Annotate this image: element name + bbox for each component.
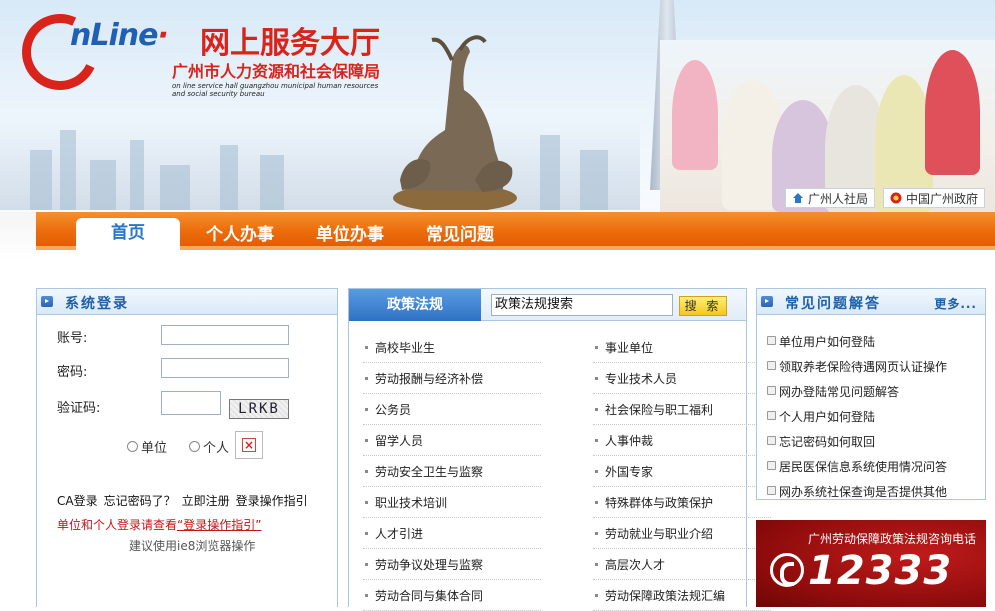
emblem-icon (890, 192, 902, 204)
hotline-title: 广州劳动保障政策法规咨询电话 (807, 532, 976, 546)
radio-unit-label: 单位 (141, 441, 168, 456)
faq-item[interactable]: 忘记密码如何取回 (766, 433, 875, 450)
policy-item[interactable]: 高层次人才 (593, 550, 771, 580)
hotline-banner[interactable]: 广州劳动保障政策法规咨询电话 12333 (756, 520, 986, 607)
faq-panel: 常见问题解答 更多... 单位用户如何登陆领取养老保险待遇网页认证操作 网办登陆常… (756, 288, 986, 500)
policy-item[interactable]: 专业技术人员 (593, 364, 771, 394)
left-margin (0, 262, 36, 607)
policy-item[interactable]: 特殊群体与政策保护 (593, 488, 771, 518)
policy-item[interactable]: 劳动报酬与经济补偿 (363, 364, 541, 394)
quicklink-label: 广州人社局 (807, 191, 868, 206)
radio-button-icon (189, 441, 200, 452)
quicklink-label: 中国广州政府 (905, 191, 978, 206)
login-tip-guide-link[interactable]: “登录操作指引” (177, 518, 261, 532)
policy-item[interactable]: 劳动争议处理与监察 (363, 550, 541, 580)
logo-hall-title: 网上服务大厅 (200, 26, 380, 61)
policy-item[interactable]: 人才引进 (363, 519, 541, 549)
account-input[interactable] (161, 325, 289, 345)
family-photo (660, 40, 995, 212)
login-header: 系统登录 (37, 289, 337, 315)
panel-bullet-icon (761, 296, 773, 307)
faq-item[interactable]: 居民医保信息系统使用情况问答 (766, 458, 947, 475)
login-title: 系统登录 (65, 296, 129, 312)
phone-icon (770, 553, 804, 587)
faq-item[interactable]: 网办登陆常见问题解答 (766, 383, 899, 400)
tab-unit-services[interactable]: 单位办事 (304, 220, 396, 250)
radio-personal[interactable]: 个人 (189, 437, 229, 456)
faq-title: 常见问题解答 (785, 296, 881, 312)
policy-item[interactable]: 公务员 (363, 395, 541, 425)
panel-bullet-icon (41, 296, 53, 307)
login-panel: 系统登录 账号: 密码: 验证码: LRKB 单位 个人 × CA登录 忘记密码… (36, 288, 338, 607)
header-banner: nLine· 网上服务大厅 广州市人力资源和社会保障局 on line serv… (0, 0, 995, 212)
policy-item[interactable]: 劳动安全卫生与监察 (363, 457, 541, 487)
home-icon (792, 192, 804, 204)
policy-tab[interactable]: 政策法规 (349, 289, 481, 321)
tab-faq[interactable]: 常见问题 (414, 220, 506, 250)
logo-online: nLine· (70, 18, 169, 53)
header-quicklinks: 广州人社局 中国广州政府 (784, 188, 985, 208)
captcha-label: 验证码: (57, 401, 101, 416)
policy-search-button[interactable]: 搜 索 (679, 296, 727, 316)
policy-item[interactable]: 高校毕业生 (363, 333, 541, 363)
policy-item[interactable]: 劳动就业与职业介绍 (593, 519, 771, 549)
policy-search-input[interactable]: 政策法规搜索 (491, 294, 673, 316)
city-skyline (0, 120, 640, 210)
faq-item[interactable]: 领取养老保险待遇网页认证操作 (766, 358, 947, 375)
login-tip-text: 单位和个人登录请查看 (57, 518, 178, 532)
logo-bureau-name: 广州市人力资源和社会保障局 (172, 62, 381, 81)
password-label: 密码: (57, 365, 88, 380)
policy-item[interactable]: 社会保险与职工福利 (593, 395, 771, 425)
hotline-number-text: 12333 (808, 548, 953, 594)
radio-personal-label: 个人 (203, 441, 230, 456)
login-links: CA登录 忘记密码了？ 立即注册 登录操作指引 (57, 492, 308, 509)
hotline-number: 12333 (770, 548, 952, 594)
radio-button-icon (127, 441, 138, 452)
captcha-image[interactable]: LRKB (229, 399, 289, 419)
nav-left-spacer (0, 212, 36, 262)
broken-image-icon: × (242, 438, 256, 452)
tab-home[interactable]: 首页 (76, 218, 180, 254)
main-nav: 首页 个人办事 单位办事 常见问题 (36, 212, 995, 254)
tab-personal-services[interactable]: 个人办事 (194, 220, 286, 250)
faq-more-link[interactable]: 更多... (934, 295, 977, 312)
faq-header: 常见问题解答 更多... (757, 289, 985, 315)
account-label: 账号: (57, 331, 88, 346)
policy-item[interactable]: 留学人员 (363, 426, 541, 456)
login-submit-image[interactable]: × (235, 431, 263, 459)
policy-item[interactable]: 人事仲裁 (593, 426, 771, 456)
policy-panel: 政策法规 政策法规搜索 搜 索 高校毕业生 劳动报酬与经济补偿 公务员 留学人员 劳动安… (348, 288, 771, 611)
logo-english: on line service hall guangzhou municipal… (172, 82, 379, 98)
radio-unit[interactable]: 单位 (127, 437, 167, 456)
faq-item[interactable]: 个人用户如何登陆 (766, 408, 875, 425)
faq-item[interactable]: 单位用户如何登陆 (766, 333, 875, 350)
login-guide-link[interactable]: 登录操作指引 (236, 492, 308, 509)
quicklink-gz-hrss[interactable]: 广州人社局 (784, 188, 875, 208)
register-link[interactable]: 立即注册 (182, 492, 230, 509)
quicklink-gz-government[interactable]: 中国广州政府 (882, 188, 985, 208)
policy-item[interactable]: 职业技术培训 (363, 488, 541, 518)
ca-login-link[interactable]: CA登录 (57, 492, 98, 509)
policy-header: 政策法规 政策法规搜索 搜 索 (349, 289, 746, 321)
login-tip: 单位和个人登录请查看“登录操作指引” (57, 516, 261, 533)
browser-tip: 建议使用ie8浏览器操作 (129, 539, 256, 553)
faq-item[interactable]: 网办系统社保查询是否提供其他 (766, 483, 947, 500)
forgot-password-link[interactable]: 忘记密码了？ (104, 492, 176, 509)
password-input[interactable] (161, 358, 289, 378)
policy-item[interactable]: 外国专家 (593, 457, 771, 487)
captcha-input[interactable] (161, 391, 221, 415)
policy-item[interactable]: 事业单位 (593, 333, 771, 363)
five-goats-statue (393, 35, 517, 210)
